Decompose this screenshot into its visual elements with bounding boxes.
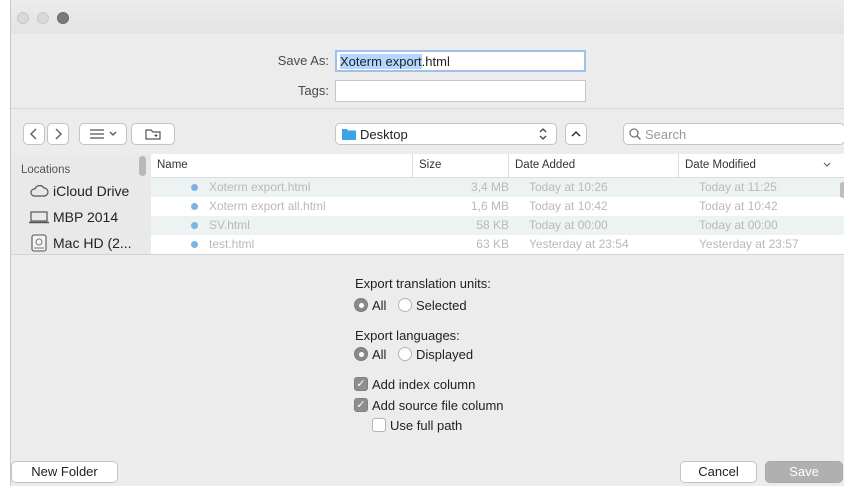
add-source-checkbox[interactable]: ✓ — [354, 398, 368, 412]
location-popup[interactable]: Desktop — [335, 123, 557, 145]
tags-input[interactable] — [335, 80, 586, 102]
list-view-icon — [90, 129, 117, 139]
sidebar-scrollbar[interactable] — [139, 156, 146, 176]
langs-all-radio[interactable] — [354, 347, 368, 361]
save-button[interactable]: Save — [765, 461, 843, 483]
file-size: 3,4 MB — [470, 180, 509, 194]
sort-chevron-down-icon — [823, 162, 831, 167]
column-header-name[interactable]: Name — [151, 154, 413, 178]
file-name: Xoterm export all.html — [209, 199, 326, 213]
export-units-label: Export translation units: — [355, 276, 491, 291]
file-name: Xoterm export.html — [209, 180, 311, 194]
up-down-chevron-icon — [539, 128, 547, 140]
file-size: 1,6 MB — [470, 199, 509, 213]
minimize-window-button[interactable] — [37, 12, 49, 24]
sidebar-item-label: MBP 2014 — [53, 209, 119, 225]
add-index-checkbox[interactable]: ✓ — [354, 377, 368, 391]
sidebar: Locations iCloud Drive MBP 2014 Mac HD (… — [11, 154, 151, 254]
folder-icon — [342, 129, 356, 140]
back-button[interactable] — [23, 123, 45, 145]
expand-collapse-button[interactable] — [565, 123, 587, 145]
forward-button[interactable] — [47, 123, 69, 145]
units-selected-label[interactable]: Selected — [416, 298, 467, 313]
column-header-date-modified-label: Date Modified — [685, 159, 756, 171]
zoom-window-button[interactable] — [57, 12, 69, 24]
file-date-added: Today at 10:42 — [529, 199, 608, 213]
file-size: 58 KB — [476, 218, 509, 232]
view-mode-button[interactable] — [79, 123, 127, 145]
new-folder-icon — [145, 129, 161, 140]
close-window-button[interactable] — [17, 12, 29, 24]
save-as-input[interactable]: Xoterm export.html — [335, 50, 586, 72]
langs-displayed-label[interactable]: Displayed — [416, 347, 473, 362]
langs-displayed-radio[interactable] — [398, 347, 412, 361]
html-file-icon — [191, 222, 198, 229]
dialog-button-bar: New Folder Cancel Save — [11, 452, 844, 486]
export-languages-label: Export languages: — [355, 328, 460, 343]
file-date-modified: Yesterday at 23:57 — [699, 237, 799, 251]
file-name: SV.html — [209, 218, 250, 232]
file-size: 63 KB — [476, 237, 509, 251]
units-selected-radio[interactable] — [398, 298, 412, 312]
table-row[interactable]: SV.html 58 KB Today at 00:00 Today at 00… — [151, 216, 844, 235]
search-icon — [629, 128, 642, 141]
search-field[interactable]: Search — [623, 123, 844, 145]
units-all-label[interactable]: All — [372, 298, 386, 313]
table-row[interactable]: Xoterm export all.html 1,6 MB Today at 1… — [151, 197, 844, 216]
save-as-extension-text: .html — [421, 54, 450, 69]
file-list-scrollbar[interactable] — [840, 182, 844, 198]
column-header-date-added[interactable]: Date Added — [509, 154, 679, 178]
add-source-label[interactable]: Add source file column — [372, 398, 504, 413]
html-file-icon — [191, 184, 198, 191]
chevron-left-icon — [29, 128, 37, 140]
file-date-modified: Today at 10:42 — [699, 199, 778, 213]
sidebar-item-mac-hd[interactable]: Mac HD (2... — [11, 232, 151, 254]
chevron-up-icon — [571, 130, 581, 137]
browser-toolbar: Desktop Search — [11, 108, 844, 154]
location-label: Desktop — [360, 127, 408, 142]
file-name: test.html — [209, 237, 255, 251]
laptop-icon — [29, 211, 49, 224]
sidebar-item-label: iCloud Drive — [53, 183, 130, 199]
file-list: Name Size Date Added Date Modified Xoter… — [151, 154, 844, 254]
use-full-path-checkbox[interactable] — [372, 418, 386, 432]
cancel-button[interactable]: Cancel — [680, 461, 757, 483]
html-file-icon — [191, 203, 198, 210]
disk-icon — [31, 234, 47, 252]
sidebar-item-label: Mac HD (2... — [53, 235, 132, 251]
table-row[interactable]: Xoterm export.html 3,4 MB Today at 10:26… — [151, 178, 844, 197]
units-all-radio[interactable] — [354, 298, 368, 312]
save-as-label: Save As: — [277, 53, 329, 68]
table-row[interactable]: test.html 63 KB Yesterday at 23:54 Yeste… — [151, 235, 844, 254]
save-name-panel: Save As: Xoterm export.html Tags: — [11, 34, 844, 108]
html-file-icon — [191, 241, 198, 248]
langs-all-label[interactable]: All — [372, 347, 386, 362]
export-options-panel: Export translation units: All Selected E… — [11, 254, 844, 452]
column-header-size[interactable]: Size — [413, 154, 509, 178]
title-bar — [11, 0, 844, 34]
save-as-selected-text: Xoterm export — [340, 54, 422, 69]
new-folder-toolbar-button[interactable] — [131, 123, 175, 145]
file-date-modified: Today at 00:00 — [699, 218, 778, 232]
file-date-added: Today at 10:26 — [529, 180, 608, 194]
use-full-path-label[interactable]: Use full path — [390, 418, 462, 433]
file-date-added: Yesterday at 23:54 — [529, 237, 629, 251]
file-date-added: Today at 00:00 — [529, 218, 608, 232]
file-date-modified: Today at 11:25 — [699, 180, 777, 194]
save-dialog: Save As: Xoterm export.html Tags: Deskto… — [10, 0, 844, 486]
new-folder-button[interactable]: New Folder — [11, 461, 118, 483]
sidebar-item-icloud-drive[interactable]: iCloud Drive — [11, 180, 151, 202]
search-placeholder: Search — [645, 127, 687, 142]
cloud-icon — [30, 185, 49, 197]
chevron-right-icon — [55, 128, 63, 140]
sidebar-header-locations: Locations — [21, 164, 71, 176]
tags-label: Tags: — [297, 83, 329, 98]
column-header-date-modified[interactable]: Date Modified — [679, 154, 837, 178]
add-index-label[interactable]: Add index column — [372, 377, 475, 392]
sidebar-item-mbp-2014[interactable]: MBP 2014 — [11, 206, 151, 228]
